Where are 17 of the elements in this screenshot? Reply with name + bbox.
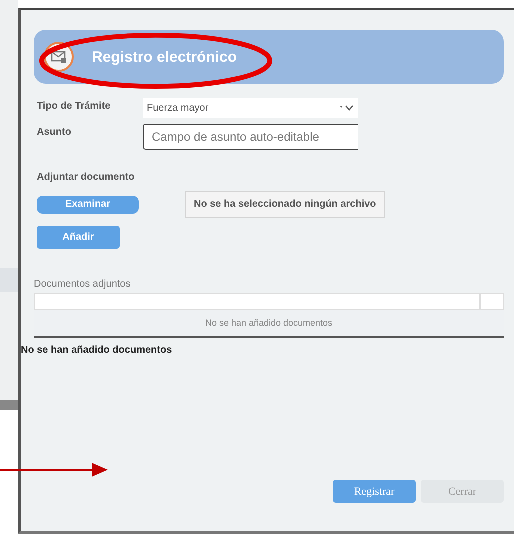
field-label: Tipo de Trámite: [37, 100, 112, 112]
register-button[interactable]: Registrar: [333, 480, 416, 503]
caret-icon: [340, 104, 354, 112]
close-button[interactable]: Cerrar: [421, 480, 504, 503]
field-label: Asunto: [37, 126, 72, 138]
browse-button[interactable]: Examinar: [37, 196, 139, 214]
type-dropdown[interactable]: Fuerza mayor: [143, 98, 358, 118]
subject-input[interactable]: Campo de asunto auto-editable: [143, 124, 358, 150]
section-heading: Adjuntar documento: [37, 172, 136, 183]
dialog-title: Registro electrónico: [92, 48, 238, 66]
status-text: No se han añadido documentos: [21, 345, 174, 356]
section-heading: Documentos adjuntos: [34, 279, 132, 290]
add-button[interactable]: Añadir: [37, 226, 120, 249]
window-edge: [0, 400, 18, 410]
mail-icon: [44, 42, 74, 72]
file-status: No se ha seleccionado ningún archivo: [185, 191, 386, 218]
sidebar-item: [0, 268, 18, 292]
